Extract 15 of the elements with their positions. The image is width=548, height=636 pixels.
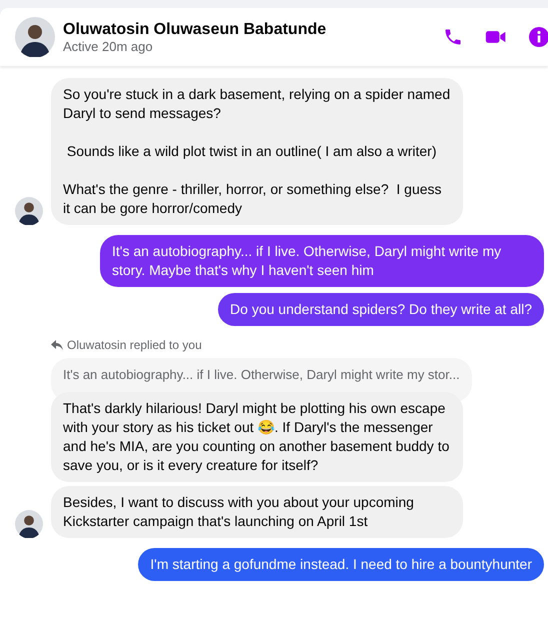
outgoing-message: I'm starting a gofundme instead. I need to hire a bountyhunter — [138, 548, 544, 581]
reply-icon — [51, 340, 63, 350]
outgoing-message: It's an autobiography... if I live. Otherwise, Daryl might write my story. Maybe that's why I haven't seen him — [100, 235, 544, 287]
avatar-icon — [15, 197, 43, 225]
avatar-icon — [15, 510, 43, 538]
incoming-message: So you're stuck in a dark basement, relying on a spider named Daryl to send messages? Sounds like a wild plot twist in an outline( I am also a writer) What's the genre - thriller, horror, or something else? I guess it can be gore horror/comedy — [51, 78, 463, 225]
reply-label: Oluwatosin replied to you — [67, 338, 202, 352]
outgoing-message: Do you understand spiders? Do they write at all? — [218, 293, 544, 326]
info-icon[interactable] — [529, 27, 548, 47]
avatar-icon — [15, 17, 55, 57]
active-status: Active 20m ago — [63, 38, 154, 54]
contact-name: Oluwatosin Oluwaseun Babatunde — [63, 20, 328, 38]
incoming-message: Besides, I want to discuss with you about your upcoming Kickstarter campaign that's launching on April 1st — [51, 486, 463, 538]
incoming-message: That's darkly hilarious! Daryl might be plotting his own escape with your story as his ticket out 😂. If Daryl's the messenger and he's MIA, are you counting on another basement buddy to save you, or is it every creature for itself? — [51, 392, 463, 482]
phone-icon[interactable] — [443, 27, 463, 47]
